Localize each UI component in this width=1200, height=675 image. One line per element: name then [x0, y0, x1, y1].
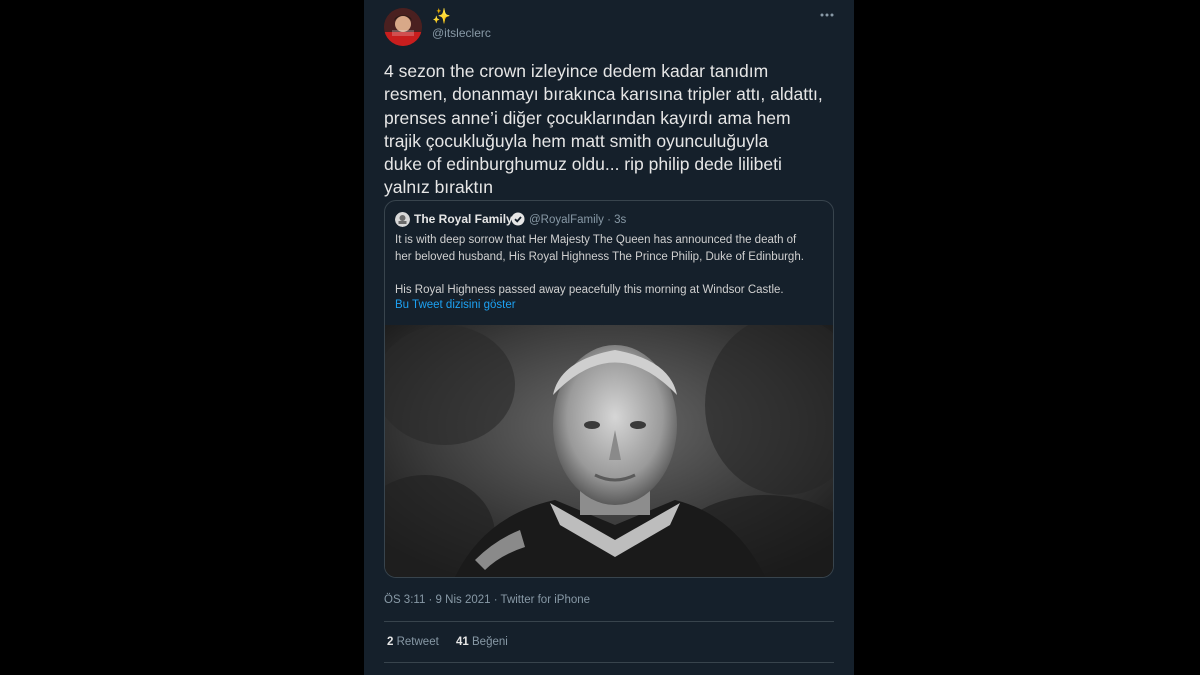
quoted-tweet-photo[interactable]: [385, 315, 833, 577]
retweet-count: 2: [387, 636, 394, 648]
show-thread-link[interactable]: Bu Tweet dizisini göster: [395, 298, 516, 312]
quoted-author-avatar[interactable]: [395, 212, 410, 227]
like-count: 41: [456, 636, 469, 648]
retweet-label: Retweet: [396, 636, 439, 648]
divider: [384, 621, 834, 622]
author-display-name[interactable]: ✨: [432, 8, 451, 26]
like-stat[interactable]: 41 Beğeni: [456, 636, 508, 648]
divider: [384, 662, 834, 663]
author-handle[interactable]: @itsleclerc: [432, 26, 491, 40]
tweet-timestamp[interactable]: ÖS 3:11 · 9 Nis 2021 · Twitter for iPhon…: [384, 594, 590, 606]
verified-badge-icon: [511, 212, 525, 226]
quoted-handle-time[interactable]: @RoyalFamily · 3s: [529, 213, 626, 227]
retweet-stat[interactable]: 2 Retweet: [387, 636, 442, 648]
quoted-tweet-text: It is with deep sorrow that Her Majesty …: [395, 234, 804, 296]
engagement-stats: 2 Retweet 41 Beğeni: [387, 636, 522, 648]
quoted-tweet-card[interactable]: The Royal Family @RoyalFamily · 3s It is…: [384, 200, 834, 578]
author-avatar[interactable]: [384, 8, 422, 46]
quoted-author-name[interactable]: The Royal Family: [414, 212, 513, 227]
tweet-text: 4 sezon the crown izleyince dedem kadar …: [384, 61, 823, 198]
more-options-icon[interactable]: [818, 6, 836, 24]
like-label: Beğeni: [472, 636, 508, 648]
